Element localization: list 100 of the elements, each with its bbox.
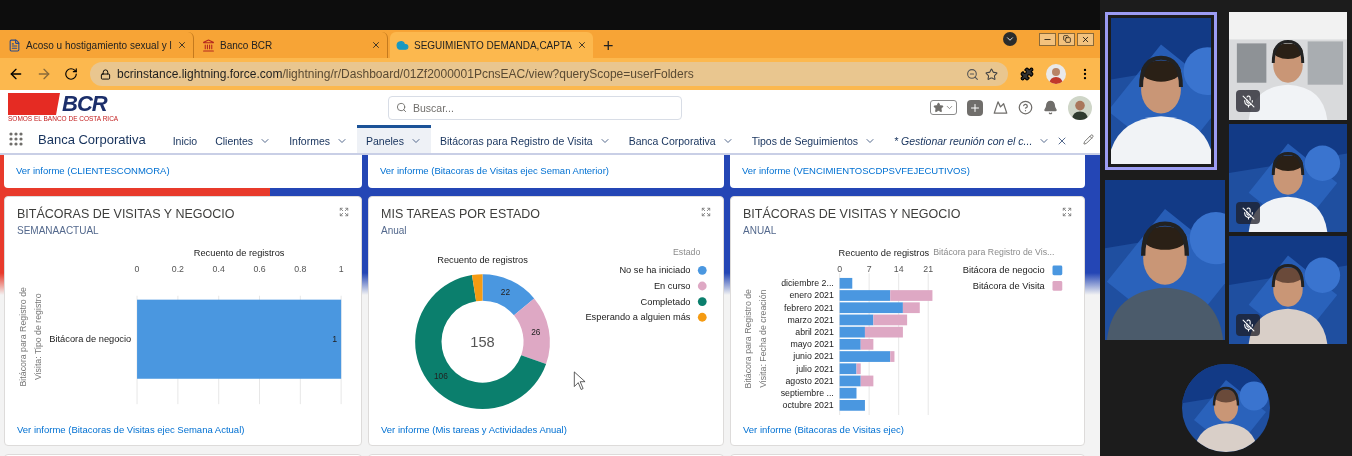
logo-mark-icon <box>8 92 60 115</box>
expand-icon[interactable] <box>701 207 711 217</box>
report-link[interactable]: Ver informe (VENCIMIENTOSCDPSVFEJECUTIVOS) <box>742 165 970 176</box>
mountain-icon[interactable] <box>993 100 1008 115</box>
axis-title: Recuento de registros <box>838 247 930 258</box>
close-button[interactable] <box>1077 32 1094 46</box>
close-icon <box>1081 34 1090 44</box>
tick-label: 7 <box>866 264 872 275</box>
chart-title: Recuento de registros <box>437 254 528 265</box>
nav-tab[interactable]: Banca Corporativa <box>619 125 743 153</box>
total-value: 158 <box>470 334 495 351</box>
axis-title: Recuento de registros <box>193 247 285 258</box>
favorites-button[interactable] <box>930 100 957 115</box>
category-label: septiembre ... <box>780 388 834 399</box>
tab-title: SEGUIMIENTO DEMANDA,CAPTA <box>414 39 572 51</box>
tick-label: 0.4 <box>212 264 225 275</box>
widget-title: BITÁCORAS DE VISITAS Y NEGOCIO <box>743 207 962 221</box>
bank-icon <box>202 38 215 52</box>
report-link[interactable]: Ver informe (Bitacoras de Visitas ejec) <box>743 424 904 435</box>
data-label: 106 <box>433 371 448 382</box>
category-label: octubre 2021 <box>782 400 834 411</box>
pencil-icon[interactable] <box>1083 133 1094 145</box>
chevron-down-icon <box>1005 34 1015 44</box>
add-button[interactable] <box>967 99 983 116</box>
nav-tab[interactable]: Bitácoras para Registro de Visita <box>430 125 620 153</box>
restore-button[interactable] <box>1058 32 1075 46</box>
document-icon <box>8 38 21 52</box>
legend-label: En curso <box>653 281 691 292</box>
plus-icon <box>969 101 981 114</box>
close-icon[interactable] <box>177 40 187 50</box>
address-bar[interactable]: bcrinstance.lightning.force.com/lightning/r/Dashboard/01Zf2000001PcnsEAC/view?queryScope=userFolders <box>90 62 1008 86</box>
expand-icon[interactable] <box>339 207 349 217</box>
category-label: junio 2021 <box>793 351 834 362</box>
report-link[interactable]: Ver informe (Bitacoras de Visitas ejec Seman Anterior) <box>380 165 609 176</box>
category-label: febrero 2021 <box>784 302 834 313</box>
widget-subtitle: ANUAL <box>743 225 778 236</box>
tab-search-button[interactable] <box>1003 32 1017 46</box>
data-label: 22 <box>500 287 511 298</box>
back-icon[interactable] <box>8 66 24 82</box>
search-icon <box>396 101 407 113</box>
reload-icon[interactable] <box>64 67 78 81</box>
widget-subtitle: SEMANAACTUAL <box>17 225 100 236</box>
nav-tab[interactable]: Clientes <box>206 125 281 153</box>
legend-label: Completado <box>640 296 691 307</box>
tick-label: 0 <box>134 264 140 275</box>
expand-icon[interactable] <box>1062 207 1072 217</box>
new-tab-button[interactable]: + <box>595 34 622 58</box>
axis-title: Bitácora para Registro de Visita: Fecha de creación <box>742 289 769 389</box>
app-name: Banca Corporativa <box>38 131 146 147</box>
widget-title: BITÁCORAS DE VISITAS Y NEGOCIO <box>17 207 236 221</box>
legend-label: Esperando a alguien más <box>585 312 691 323</box>
tick-label: 0 <box>837 264 843 275</box>
close-icon[interactable] <box>371 40 381 50</box>
nav-tab[interactable]: Paneles <box>357 125 431 153</box>
category-label: Bitácora de negocio <box>49 334 132 345</box>
axis-title: Bitácora para Registro de Visita: Tipo de registro <box>17 287 44 387</box>
cloud-icon <box>396 38 409 52</box>
url-text: bcrinstance.lightning.force.com/lightning/r/Dashboard/01Zf2000001PcnsEAC/view?queryScope=userFolders <box>117 67 695 81</box>
data-label: 1 <box>332 334 338 345</box>
category-label: julio 2021 <box>796 363 834 374</box>
nav-tab[interactable]: Informes <box>280 125 357 153</box>
legend-label: Bitácora de Visita <box>972 281 1045 292</box>
category-label: mayo 2021 <box>790 339 834 350</box>
report-link[interactable]: Ver informe (CLIENTESCONMORA) <box>16 165 170 176</box>
logo-text: BCR <box>62 92 107 115</box>
tick-label: 21 <box>923 264 934 275</box>
tick-label: 1 <box>338 264 344 275</box>
zoom-out-icon[interactable] <box>966 67 979 81</box>
forward-icon[interactable] <box>36 66 52 82</box>
nav-tab[interactable]: Inicio <box>163 125 207 153</box>
nav-tab[interactable]: Tipos de Seguimientos <box>742 125 886 153</box>
category-label: enero 2021 <box>789 290 834 301</box>
search-field[interactable]: Buscar... <box>388 95 682 120</box>
lock-icon <box>100 68 111 80</box>
help-icon[interactable] <box>1018 100 1033 115</box>
bell-icon[interactable] <box>1043 100 1058 115</box>
avatar-icon[interactable] <box>1068 95 1092 120</box>
cursor-icon <box>573 371 586 390</box>
report-link[interactable]: Ver informe (Mis tareas y Actividades Anual) <box>381 424 567 435</box>
restore-icon <box>1062 35 1071 43</box>
data-label: 26 <box>531 327 541 338</box>
video-tile[interactable] <box>1105 12 1217 170</box>
tick-label: 0.2 <box>171 264 184 275</box>
category-label: marzo 2021 <box>787 314 834 325</box>
browser-tab[interactable]: SEGUIMIENTO DEMANDA,CAPTA <box>390 32 593 58</box>
chevron-down-icon <box>945 103 954 112</box>
tick-label: 0.6 <box>253 264 266 275</box>
tab-title: Acoso u hostigamiento sexual y l <box>26 39 172 51</box>
minimize-button[interactable] <box>1039 32 1056 46</box>
nav-tab[interactable]: * Gestionar reunión con el c... <box>885 125 1078 153</box>
extensions-icon[interactable] <box>1020 67 1034 81</box>
widget-title: MIS TAREAS POR ESTADO <box>381 207 542 221</box>
legend-title: Estado <box>673 246 701 257</box>
tab-title: Banco BCR <box>220 39 274 51</box>
legend-label: No se ha iniciado <box>619 265 691 276</box>
app-launcher-icon[interactable] <box>8 131 24 147</box>
category-label: agosto 2021 <box>785 376 834 386</box>
report-link[interactable]: Ver informe (Bitacoras de Visitas ejec Semana Actual) <box>17 424 245 435</box>
close-icon[interactable] <box>577 40 587 50</box>
star-icon[interactable] <box>985 67 998 81</box>
